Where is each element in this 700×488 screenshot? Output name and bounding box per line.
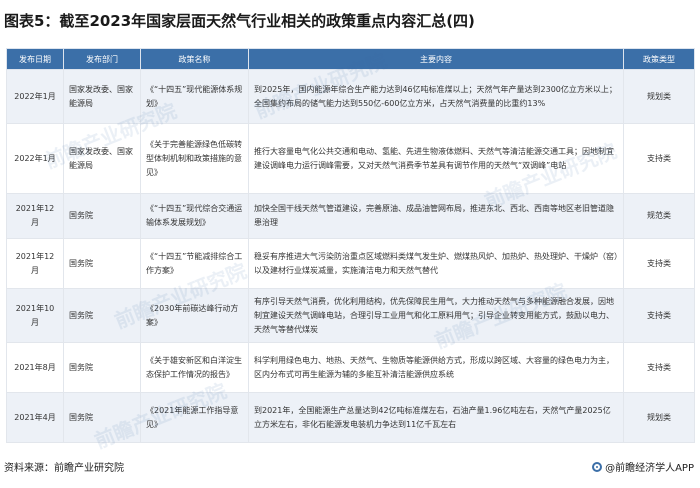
cell-dept: 国务院 <box>63 342 141 393</box>
cell-content: 科学利用绿色电力、地热、天然气、生物质等能源供给方式，形成以跨区域、大容量的绿色… <box>248 342 624 393</box>
page-title: 图表5：截至2023年国家层面天然气行业相关的政策重点内容汇总(四) <box>4 12 475 30</box>
table-header-row: 发布日期 发布部门 政策名称 主要内容 政策类型 <box>6 48 695 70</box>
cell-name: 《“十四五”节能减排综合工作方案》 <box>140 238 249 289</box>
cell-type: 规划类 <box>623 392 695 443</box>
cell-name: 《2021年能源工作指导意见》 <box>140 392 249 443</box>
cell-name: 《关于雄安新区和白洋淀生态保护工作情况的报告》 <box>140 342 249 393</box>
brand-credit: @前瞻经济学人APP <box>592 459 694 474</box>
cell-dept: 国家发改委、国家能源局 <box>63 123 141 194</box>
cell-content: 加快全国干线天然气管道建设，完善原油、成品油管网布局，推进东北、西北、西南等地区… <box>248 193 624 239</box>
brand-credit-text: @前瞻经济学人APP <box>605 463 694 474</box>
cell-content: 有序引导天然气消费，优化利用结构，优先保障民生用气，大力推动天然气与多种能源融合… <box>248 288 624 343</box>
cell-date: 2022年1月 <box>6 69 64 124</box>
table-row: 2022年1月 国家发改委、国家能源局 《“十四五”现代能源体系规划》 到202… <box>6 69 695 124</box>
cell-dept: 国务院 <box>63 193 141 239</box>
cell-date: 2021年10月 <box>6 288 64 343</box>
cell-name: 《“十四五”现代综合交通运输体系发展规划》 <box>140 193 249 239</box>
table-row: 2021年8月 国务院 《关于雄安新区和白洋淀生态保护工作情况的报告》 科学利用… <box>6 342 695 393</box>
cell-dept: 国家发改委、国家能源局 <box>63 69 141 124</box>
cell-content: 到2021年，全国能源生产总量达到42亿吨标准煤左右，石油产量1.96亿吨左右，… <box>248 392 624 443</box>
cell-date: 2021年8月 <box>6 342 64 393</box>
cell-type: 支持类 <box>623 123 695 194</box>
header-content: 主要内容 <box>248 48 624 70</box>
table-row: 2022年1月 国家发改委、国家能源局 《关于完善能源绿色低碳转型体制机制和政策… <box>6 123 695 194</box>
cell-dept: 国务院 <box>63 238 141 289</box>
cell-date: 2021年4月 <box>6 392 64 443</box>
cell-content: 推行大容量电气化公共交通和电动、氢能、先进生物液体燃料、天然气等清洁能源交通工具… <box>248 123 624 194</box>
table-row: 2021年12月 国务院 《“十四五”节能减排综合工作方案》 稳妥有序推进大气污… <box>6 238 695 289</box>
policy-table-container: 发布日期 发布部门 政策名称 主要内容 政策类型 2022年1月 国家发改委、国… <box>6 48 695 443</box>
cell-type: 支持类 <box>623 288 695 343</box>
header-type: 政策类型 <box>623 48 695 70</box>
cell-name: 《关于完善能源绿色低碳转型体制机制和政策措施的意见》 <box>140 123 249 194</box>
header-dept: 发布部门 <box>63 48 141 70</box>
brand-logo-icon <box>592 461 603 472</box>
source-note: 资料来源：前瞻产业研究院 <box>4 463 124 474</box>
table-row: 2021年10月 国务院 《2030年前碳达峰行动方案》 有序引导天然气消费，优… <box>6 288 695 343</box>
cell-type: 规范类 <box>623 193 695 239</box>
cell-date: 2021年12月 <box>6 238 64 289</box>
cell-content: 稳妥有序推进大气污染防治重点区域燃料类煤气发生炉、燃煤热风炉、加热炉、热处理炉、… <box>248 238 624 289</box>
cell-dept: 国务院 <box>63 288 141 343</box>
policy-table: 发布日期 发布部门 政策名称 主要内容 政策类型 2022年1月 国家发改委、国… <box>6 48 695 443</box>
cell-type: 支持类 <box>623 238 695 289</box>
cell-name: 《“十四五”现代能源体系规划》 <box>140 69 249 124</box>
cell-type: 支持类 <box>623 342 695 393</box>
cell-content: 到2025年，国内能源年综合生产能力达到46亿吨标准煤以上；天然气年产量达到23… <box>248 69 624 124</box>
table-row: 2021年12月 国务院 《“十四五”现代综合交通运输体系发展规划》 加快全国干… <box>6 193 695 239</box>
header-date: 发布日期 <box>6 48 64 70</box>
cell-type: 规划类 <box>623 69 695 124</box>
cell-dept: 国务院 <box>63 392 141 443</box>
header-name: 政策名称 <box>140 48 249 70</box>
cell-date: 2021年12月 <box>6 193 64 239</box>
table-row: 2021年4月 国务院 《2021年能源工作指导意见》 到2021年，全国能源生… <box>6 392 695 443</box>
cell-name: 《2030年前碳达峰行动方案》 <box>140 288 249 343</box>
cell-date: 2022年1月 <box>6 123 64 194</box>
